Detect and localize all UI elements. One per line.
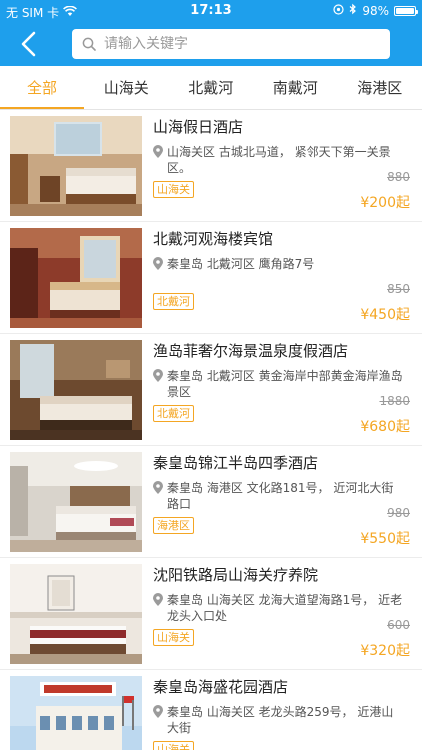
hotel-name: 渔岛菲奢尔海景温泉度假酒店	[153, 342, 349, 360]
hotel-name: 秦皇岛锦江半岛四季酒店	[153, 454, 319, 472]
battery-icon	[394, 5, 418, 16]
hotel-photo	[10, 340, 142, 440]
hotel-price: ¥550起	[360, 531, 410, 547]
hotel-address: 秦皇岛 海港区 文化路181号， 近河北大街路口	[153, 480, 403, 512]
original-price: 850	[387, 282, 410, 296]
status-bar: 无 SIM 卡 17:13 98%	[0, 0, 422, 22]
search-icon	[82, 37, 96, 51]
tab-1[interactable]: 山海关	[84, 66, 169, 109]
chevron-left-icon	[21, 31, 36, 57]
bluetooth-icon	[349, 3, 357, 18]
hotel-name: 沈阳铁路局山海关疗养院	[153, 566, 319, 584]
map-pin-icon	[153, 369, 167, 400]
hotel-name: 山海假日酒店	[153, 118, 244, 136]
hotel-list: 山海假日酒店山海关区 古城北马道， 紧邻天下第一关景区。山海关 880 ¥200起北…	[0, 110, 422, 750]
region-tag: 山海关	[153, 741, 194, 750]
hotel-address-text: 秦皇岛 山海关区 老龙头路259号， 近港山大街	[167, 705, 394, 735]
app-header: 无 SIM 卡 17:13 98%	[0, 0, 422, 66]
hotel-photo	[10, 452, 142, 552]
region-tag: 北戴河	[153, 405, 194, 422]
hotel-address: 秦皇岛 山海关区 龙海大道望海路1号， 近老龙头入口处	[153, 592, 403, 624]
tab-3[interactable]: 南戴河	[253, 66, 338, 109]
hotel-item[interactable]: 秦皇岛海盛花园酒店秦皇岛 山海关区 老龙头路259号， 近港山大街山海关	[0, 670, 422, 750]
map-pin-icon	[153, 481, 167, 512]
hotel-address: 秦皇岛 山海关区 老龙头路259号， 近港山大街	[153, 704, 403, 736]
search-input[interactable]	[104, 36, 390, 52]
hotel-photo	[10, 228, 142, 328]
hotel-price: ¥680起	[360, 419, 410, 435]
hotel-price: ¥320起	[360, 643, 410, 659]
hotel-address-text: 秦皇岛 北戴河区 鹰角路7号	[167, 257, 315, 271]
location-icon	[333, 3, 344, 18]
map-pin-icon	[153, 593, 167, 624]
map-pin-icon	[153, 705, 167, 736]
map-pin-icon	[153, 145, 167, 176]
hotel-name: 北戴河观海楼宾馆	[153, 230, 274, 248]
battery-level	[396, 7, 414, 14]
map-pin-icon	[153, 257, 167, 274]
original-price: 980	[387, 506, 410, 520]
original-price: 600	[387, 618, 410, 632]
region-tabs: 全部 山海关 北戴河 南戴河 海港区	[0, 66, 422, 110]
hotel-address: 山海关区 古城北马道， 紧邻天下第一关景区。	[153, 144, 403, 176]
hotel-address-text: 秦皇岛 北戴河区 黄金海岸中部黄金海岸渔岛景区	[167, 369, 403, 399]
hotel-address-text: 秦皇岛 山海关区 龙海大道望海路1号， 近老龙头入口处	[167, 593, 403, 623]
tab-0[interactable]: 全部	[0, 66, 84, 109]
region-tag: 北戴河	[153, 293, 194, 310]
hotel-name: 秦皇岛海盛花园酒店	[153, 678, 289, 696]
hotel-item[interactable]: 北戴河观海楼宾馆秦皇岛 北戴河区 鹰角路7号北戴河 850 ¥450起	[0, 222, 422, 334]
hotel-price: ¥450起	[360, 307, 410, 323]
back-button[interactable]	[12, 28, 44, 60]
hotel-item[interactable]: 沈阳铁路局山海关疗养院秦皇岛 山海关区 龙海大道望海路1号， 近老龙头入口处山海…	[0, 558, 422, 670]
original-price: 880	[387, 170, 410, 184]
hotel-photo	[10, 116, 142, 216]
hotel-address-text: 秦皇岛 海港区 文化路181号， 近河北大街路口	[167, 481, 394, 511]
hotel-photo	[10, 676, 142, 750]
hotel-address: 秦皇岛 北戴河区 黄金海岸中部黄金海岸渔岛景区	[153, 368, 403, 400]
hotel-item[interactable]: 山海假日酒店山海关区 古城北马道， 紧邻天下第一关景区。山海关 880 ¥200起	[0, 110, 422, 222]
region-tag: 山海关	[153, 181, 194, 198]
hotel-address-text: 山海关区 古城北马道， 紧邻天下第一关景区。	[167, 145, 391, 175]
hotel-item[interactable]: 秦皇岛锦江半岛四季酒店秦皇岛 海港区 文化路181号， 近河北大街路口海港区 98…	[0, 446, 422, 558]
battery-percent: 98%	[362, 3, 389, 18]
region-tag: 海港区	[153, 517, 194, 534]
hotel-photo	[10, 564, 142, 664]
hotel-address: 秦皇岛 北戴河区 鹰角路7号	[153, 256, 403, 274]
status-right: 98%	[333, 3, 418, 18]
region-tag: 山海关	[153, 629, 194, 646]
tab-4[interactable]: 海港区	[338, 66, 422, 109]
tab-2[interactable]: 北戴河	[169, 66, 254, 109]
original-price: 1880	[379, 394, 410, 408]
search-bar[interactable]	[72, 29, 390, 59]
hotel-price: ¥200起	[360, 195, 410, 211]
hotel-item[interactable]: 渔岛菲奢尔海景温泉度假酒店秦皇岛 北戴河区 黄金海岸中部黄金海岸渔岛景区北戴河 1…	[0, 334, 422, 446]
